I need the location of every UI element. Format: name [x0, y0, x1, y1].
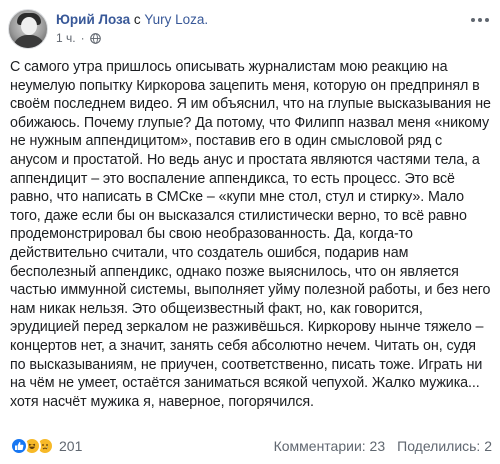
- like-icon: [10, 437, 28, 455]
- post-footer: 201 Комментарии: 23 Поделились: 2: [10, 436, 492, 456]
- post-meta: 1 ч. ·: [56, 31, 101, 45]
- globe-icon[interactable]: [89, 32, 101, 44]
- author-line: Юрий Лоза с Yury Loza.: [56, 12, 208, 27]
- facebook-post: Юрий Лоза с Yury Loza. 1 ч. · С самого у…: [0, 0, 500, 464]
- author-avatar[interactable]: [8, 9, 48, 49]
- with-text: с: [133, 12, 141, 27]
- stats-spacer: [385, 438, 397, 454]
- more-icon[interactable]: [470, 13, 490, 27]
- reactions-summary[interactable]: 201: [10, 437, 82, 455]
- reaction-count[interactable]: 201: [59, 438, 82, 454]
- post-header: Юрий Лоза с Yury Loza. 1 ч. ·: [8, 9, 492, 49]
- shares-count-link[interactable]: Поделились: 2: [397, 438, 492, 454]
- author-name-link[interactable]: Юрий Лоза: [56, 12, 130, 27]
- meta-separator: ·: [80, 31, 85, 45]
- post-timestamp[interactable]: 1 ч.: [56, 31, 76, 45]
- post-body: С самого утра пришлось описывать журнали…: [10, 58, 492, 411]
- comments-count-link[interactable]: Комментарии: 23: [274, 438, 386, 454]
- post-text: С самого утра пришлось описывать журнали…: [10, 59, 491, 410]
- post-stats: Комментарии: 23 Поделились: 2: [274, 438, 492, 454]
- page-name-link[interactable]: Yury Loza.: [144, 12, 208, 27]
